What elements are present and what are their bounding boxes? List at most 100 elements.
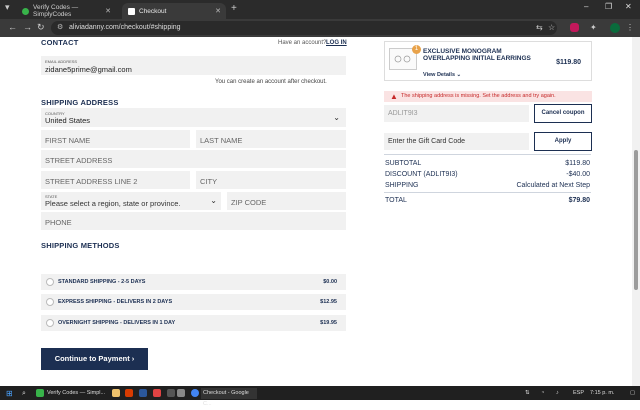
error-message: ▲ The shipping address is missing. Set t…	[384, 91, 592, 102]
language-indicator[interactable]: ESP	[573, 388, 584, 399]
chrome-app-icon[interactable]	[191, 389, 199, 397]
tab-search-icon[interactable]: ▾	[5, 2, 10, 13]
zip-placeholder: ZIP CODE	[231, 198, 267, 207]
chevron-right-icon: ›	[131, 354, 135, 363]
bookmark-star-icon[interactable]: ☆	[548, 23, 555, 32]
close-window-icon[interactable]: ✕	[625, 2, 632, 11]
phone-placeholder: PHONE	[45, 218, 72, 227]
gift-card-placeholder: Enter the Gift Card Code	[388, 138, 466, 145]
reload-icon[interactable]: ↻	[37, 22, 45, 33]
volume-icon[interactable]: ♪	[556, 388, 559, 399]
minimize-icon[interactable]: –	[584, 2, 588, 11]
coupon-value: ADLIT9I3	[388, 110, 418, 117]
radio-button[interactable]	[46, 298, 54, 306]
shipping-option-standard[interactable]: STANDARD SHIPPING - 2-5 DAYS $0.00	[41, 274, 346, 290]
product-name: EXCLUSIVE MONOGRAM OVERLAPPING INITIAL E…	[423, 48, 531, 62]
translate-icon[interactable]: ⇆	[536, 23, 543, 32]
profile-avatar[interactable]	[610, 23, 620, 33]
tab-title: Verify Codes — SimplyCodes	[33, 4, 79, 18]
shipping-option-overnight[interactable]: OVERNIGHT SHIPPING - DELIVERS IN 1 DAY $…	[41, 315, 346, 331]
extension-icon[interactable]	[570, 23, 579, 32]
close-tab-icon[interactable]: ✕	[215, 7, 221, 15]
wifi-icon[interactable]: ◔	[541, 388, 544, 399]
phone-field[interactable]: PHONE	[41, 212, 346, 230]
app-icon[interactable]	[167, 389, 175, 397]
email-field[interactable]: EMAIL ADDRESS zidane5prime@gmail.com	[41, 56, 346, 75]
street2-placeholder: STREET ADDRESS LINE 2	[45, 177, 138, 186]
maximize-icon[interactable]: ❐	[605, 2, 612, 11]
account-note: You can create an account after checkout…	[215, 79, 327, 85]
subtotal-value: $119.80	[565, 160, 590, 167]
site-favicon-icon	[128, 7, 135, 15]
scrollbar-thumb[interactable]	[634, 150, 638, 290]
taskbar: ⊞ ⌕ Verify Codes — Simpl... Checkout - G…	[0, 386, 640, 407]
tab-verify-codes[interactable]: Verify Codes — SimplyCodes ✕	[16, 3, 116, 19]
shipping-option-price: $0.00	[323, 279, 337, 285]
street-address-field[interactable]: STREET ADDRESS	[41, 150, 346, 168]
pdf-app-icon[interactable]	[153, 389, 161, 397]
chrome-app-icon[interactable]	[36, 389, 44, 397]
forward-icon[interactable]: →	[23, 22, 32, 32]
taskbar-item-checkout[interactable]: Checkout - Google C...	[201, 388, 257, 407]
radio-button[interactable]	[46, 319, 54, 327]
street-address-2-field[interactable]: STREET ADDRESS LINE 2	[41, 171, 190, 189]
last-name-placeholder: LAST NAME	[200, 136, 243, 145]
product-price: $119.80	[556, 59, 581, 66]
menu-kebab-icon[interactable]: ⋮	[626, 23, 634, 32]
windows-start-icon[interactable]: ⊞	[6, 388, 13, 399]
powerpoint-icon[interactable]	[125, 389, 133, 397]
network-icon[interactable]: ⇅	[525, 388, 530, 399]
apply-gift-card-button[interactable]: Apply	[534, 132, 592, 151]
continue-to-payment-button[interactable]: Continue to Payment ›	[41, 348, 148, 370]
notifications-icon[interactable]: ▢	[630, 388, 635, 399]
discount-value: -$40.00	[566, 171, 590, 178]
radio-button[interactable]	[46, 278, 54, 286]
shipping-option-label: STANDARD SHIPPING - 2-5 DAYS	[58, 279, 146, 285]
divider	[384, 192, 591, 193]
coupon-input[interactable]: ADLIT9I3	[384, 105, 529, 122]
cancel-coupon-button[interactable]: Cancel coupon	[534, 104, 592, 123]
file-explorer-icon[interactable]	[112, 389, 120, 397]
address-bar[interactable]: ⚙ aliviadanny.com/checkout/#shipping	[51, 21, 557, 35]
taskbar-item-verify[interactable]: Verify Codes — Simpl...	[47, 388, 105, 399]
last-name-field[interactable]: LAST NAME	[196, 130, 346, 148]
search-icon[interactable]: ⌕	[22, 388, 26, 399]
first-name-field[interactable]: FIRST NAME	[41, 130, 190, 148]
shipping-option-express[interactable]: EXPRESS SHIPPING - DELIVERS IN 2 DAYS $1…	[41, 294, 346, 310]
chevron-down-icon: ⌄	[456, 72, 462, 78]
divider	[384, 154, 591, 155]
email-value: zidane5prime@gmail.com	[45, 65, 132, 74]
state-select[interactable]: STATE Please select a region, state or p…	[41, 192, 221, 210]
app-icon[interactable]	[177, 389, 185, 397]
view-details-label: View Details	[423, 72, 455, 78]
extensions-puzzle-icon[interactable]: ✦	[590, 23, 597, 32]
city-field[interactable]: CITY	[196, 171, 346, 189]
shipping-address-heading: SHIPPING ADDRESS	[41, 98, 119, 107]
browser-toolbar: ← → ↻ ⚙ aliviadanny.com/checkout/#shippi…	[0, 19, 640, 37]
apply-label: Apply	[554, 138, 572, 144]
url-text: aliviadanny.com/checkout/#shipping	[69, 24, 181, 31]
word-icon[interactable]	[139, 389, 147, 397]
shipping-option-label: EXPRESS SHIPPING - DELIVERS IN 2 DAYS	[58, 299, 173, 305]
tab-title: Checkout	[139, 7, 167, 15]
city-placeholder: CITY	[200, 177, 218, 186]
login-link[interactable]: LOG IN	[326, 40, 347, 46]
country-select[interactable]: COUNTRY United States ⌄	[41, 108, 346, 127]
simplycodes-icon	[22, 7, 29, 15]
close-tab-icon[interactable]: ✕	[105, 7, 111, 15]
gift-card-input[interactable]: Enter the Gift Card Code	[384, 133, 529, 150]
tab-checkout[interactable]: Checkout ✕	[122, 3, 226, 19]
view-details-link[interactable]: View Details ⌄	[423, 72, 461, 78]
first-name-placeholder: FIRST NAME	[45, 136, 91, 145]
street-placeholder: STREET ADDRESS	[45, 156, 113, 165]
shipping-value: Calculated at Next Step	[516, 182, 590, 189]
site-info-icon[interactable]: ⚙	[57, 21, 63, 35]
shipping-option-price: $12.95	[320, 299, 337, 305]
zip-code-field[interactable]: ZIP CODE	[227, 192, 346, 210]
new-tab-icon[interactable]: +	[231, 3, 237, 14]
checkout-page: CONTACT Have an account? LOG IN EMAIL AD…	[0, 37, 632, 386]
back-icon[interactable]: ←	[8, 22, 17, 32]
quantity-badge: 1	[412, 45, 421, 54]
clock[interactable]: 7:15 p. m.	[590, 388, 614, 399]
have-account-text: Have an account?	[278, 40, 327, 46]
